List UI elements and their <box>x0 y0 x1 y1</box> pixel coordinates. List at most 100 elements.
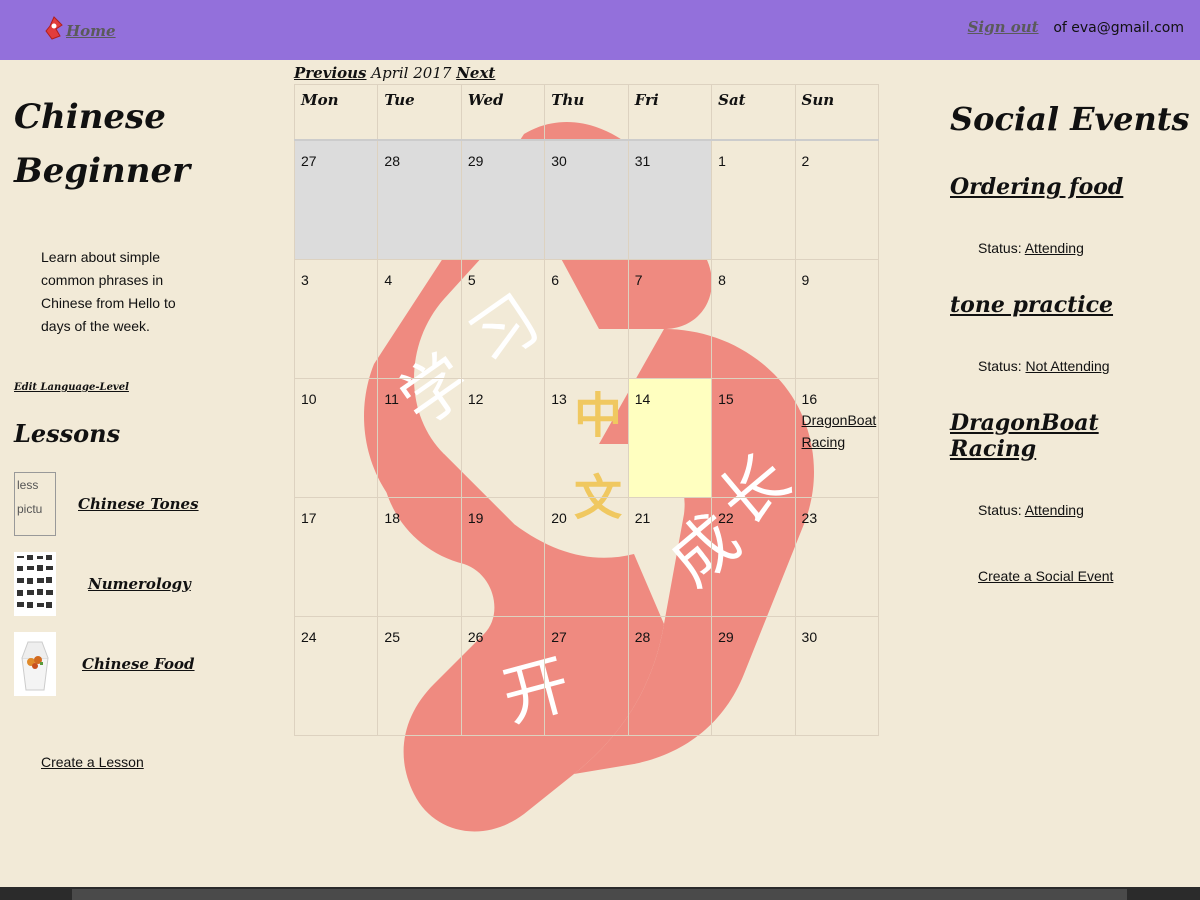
weekday-header: Mon <box>293 84 379 141</box>
numerology-chart-thumbnail[interactable] <box>14 552 56 616</box>
day-cell[interactable]: 8 <box>711 258 796 379</box>
day-cell[interactable]: 18 <box>377 496 462 617</box>
calendar-week-row: 27 28 29 30 31 1 2 <box>293 139 880 260</box>
day-cell[interactable]: 4 <box>377 258 462 379</box>
day-cell[interactable]: 10 <box>293 377 379 498</box>
lesson-thumb-alt: less pictu <box>17 478 43 516</box>
day-cell[interactable]: 30 <box>794 615 880 736</box>
social-events-heading: Social Events <box>950 100 1190 138</box>
lesson-link-chinese-food[interactable]: Chinese Food <box>82 655 195 673</box>
calendar: 学 习 成 长 开 中 文 Mon Tue Wed Thu Fri Sat Su… <box>293 84 880 832</box>
create-lesson-link[interactable]: Create a Lesson <box>41 754 274 770</box>
day-cell[interactable]: 17 <box>293 496 379 617</box>
day-cell[interactable]: 22 <box>711 496 796 617</box>
numerology-chart-image <box>14 552 56 616</box>
broken-image-icon[interactable]: less pictu <box>14 472 56 536</box>
day-cell[interactable]: 7 <box>627 258 713 379</box>
lessons-heading: Lessons <box>14 419 121 448</box>
day-cell[interactable]: 13 <box>544 377 629 498</box>
calendar-nav: Previous April 2017 Next <box>294 64 495 82</box>
taskbar-dock <box>72 889 1127 900</box>
calendar-week-row: 17 18 19 20 21 22 23 <box>293 496 880 617</box>
status-link[interactable]: Attending <box>1025 240 1084 256</box>
social-event-title-tone-practice[interactable]: tone practice <box>950 292 1190 318</box>
day-cell[interactable]: 11 <box>377 377 462 498</box>
day-cell[interactable]: 21 <box>627 496 713 617</box>
social-event-status: Status: Attending <box>978 502 1190 518</box>
day-cell[interactable]: 2 <box>794 139 880 260</box>
calendar-week-row: 24 25 26 27 28 29 30 <box>293 615 880 736</box>
day-cell[interactable]: 12 <box>460 377 546 498</box>
day-cell[interactable]: 3 <box>293 258 379 379</box>
edit-language-level-link[interactable]: Edit Language-Level <box>14 382 274 393</box>
lesson-item: Numerology <box>14 552 274 616</box>
status-label: Status: <box>978 358 1022 374</box>
day-cell[interactable]: 9 <box>794 258 880 379</box>
day-cell[interactable]: 28 <box>627 615 713 736</box>
social-event-title-dragonboat-racing[interactable]: DragonBoat Racing <box>950 410 1190 462</box>
top-nav-bar: Home Sign out of eva@gmail.com <box>0 0 1200 60</box>
user-area: Sign out of eva@gmail.com <box>968 18 1184 36</box>
day-cell[interactable]: 20 <box>544 496 629 617</box>
day-cell-prev-month[interactable]: 30 <box>544 139 629 260</box>
status-label: Status: <box>978 502 1022 518</box>
day-cell-with-event[interactable]: 16 DragonBoat Racing <box>794 377 880 498</box>
lesson-link-numerology[interactable]: Numerology <box>88 575 191 593</box>
create-social-event-link[interactable]: Create a Social Event <box>978 568 1190 584</box>
day-cell[interactable]: 1 <box>711 139 796 260</box>
previous-month-link[interactable]: Previous <box>294 64 367 82</box>
status-link[interactable]: Not Attending <box>1025 358 1109 374</box>
lesson-item: less pictu Chinese Tones <box>14 472 274 536</box>
day-cell-prev-month[interactable]: 29 <box>460 139 546 260</box>
home-label: Home <box>66 22 116 40</box>
day-cell[interactable]: 27 <box>544 615 629 736</box>
course-description: Learn about simple common phrases in Chi… <box>41 249 176 334</box>
day-cell-prev-month[interactable]: 28 <box>377 139 462 260</box>
day-cell[interactable]: 26 <box>460 615 546 736</box>
day-cell[interactable]: 19 <box>460 496 546 617</box>
day-cell[interactable]: 25 <box>377 615 462 736</box>
lesson-item: Chinese Food <box>14 632 274 696</box>
status-link[interactable]: Attending <box>1025 502 1084 518</box>
course-title-line1: Chinese <box>14 97 166 137</box>
day-cell[interactable]: 24 <box>293 615 379 736</box>
course-title: Chinese Beginner <box>14 90 274 198</box>
month-label: April 2017 <box>371 64 452 82</box>
left-sidebar: Chinese Beginner Learn about simple comm… <box>14 90 274 770</box>
social-event-status: Status: Attending <box>978 240 1190 256</box>
takeout-box-image <box>14 632 56 696</box>
day-cell[interactable]: 15 <box>711 377 796 498</box>
next-month-link[interactable]: Next <box>456 64 495 82</box>
weekday-header-row: Mon Tue Wed Thu Fri Sat Sun <box>293 84 880 141</box>
chinese-food-thumbnail[interactable] <box>14 632 56 696</box>
social-events-sidebar: Social Events Ordering food Status: Atte… <box>950 100 1190 584</box>
dragon-logo-icon <box>45 16 63 40</box>
calendar-grid: Mon Tue Wed Thu Fri Sat Sun 27 28 29 30 … <box>293 84 880 736</box>
course-title-line2: Beginner <box>14 151 191 191</box>
weekday-header: Wed <box>460 84 546 141</box>
day-cell[interactable]: 6 <box>544 258 629 379</box>
home-link[interactable]: Home <box>44 10 116 40</box>
calendar-week-row: 10 11 12 13 14 15 16 DragonBoat Racing <box>293 377 880 498</box>
os-taskbar <box>0 887 1200 900</box>
status-label: Status: <box>978 240 1022 256</box>
signout-link[interactable]: Sign out <box>968 18 1039 36</box>
day-cell[interactable]: 29 <box>711 615 796 736</box>
lesson-link-chinese-tones[interactable]: Chinese Tones <box>78 495 199 513</box>
weekday-header: Sun <box>794 84 880 141</box>
social-event-status: Status: Not Attending <box>978 358 1190 374</box>
weekday-header: Sat <box>711 84 796 141</box>
calendar-week-row: 3 4 5 6 7 8 9 <box>293 258 880 379</box>
day-cell[interactable]: 5 <box>460 258 546 379</box>
weekday-header: Fri <box>627 84 713 141</box>
social-event-title-ordering-food[interactable]: Ordering food <box>950 174 1190 200</box>
weekday-header: Tue <box>377 84 462 141</box>
day-number: 16 <box>801 390 818 407</box>
user-email-text: of eva@gmail.com <box>1053 20 1184 36</box>
day-cell-prev-month[interactable]: 27 <box>293 139 379 260</box>
weekday-header: Thu <box>544 84 629 141</box>
day-cell-prev-month[interactable]: 31 <box>627 139 713 260</box>
day-cell-today[interactable]: 14 <box>627 377 713 498</box>
day-cell[interactable]: 23 <box>794 496 880 617</box>
calendar-event-link[interactable]: DragonBoat Racing <box>802 409 877 453</box>
